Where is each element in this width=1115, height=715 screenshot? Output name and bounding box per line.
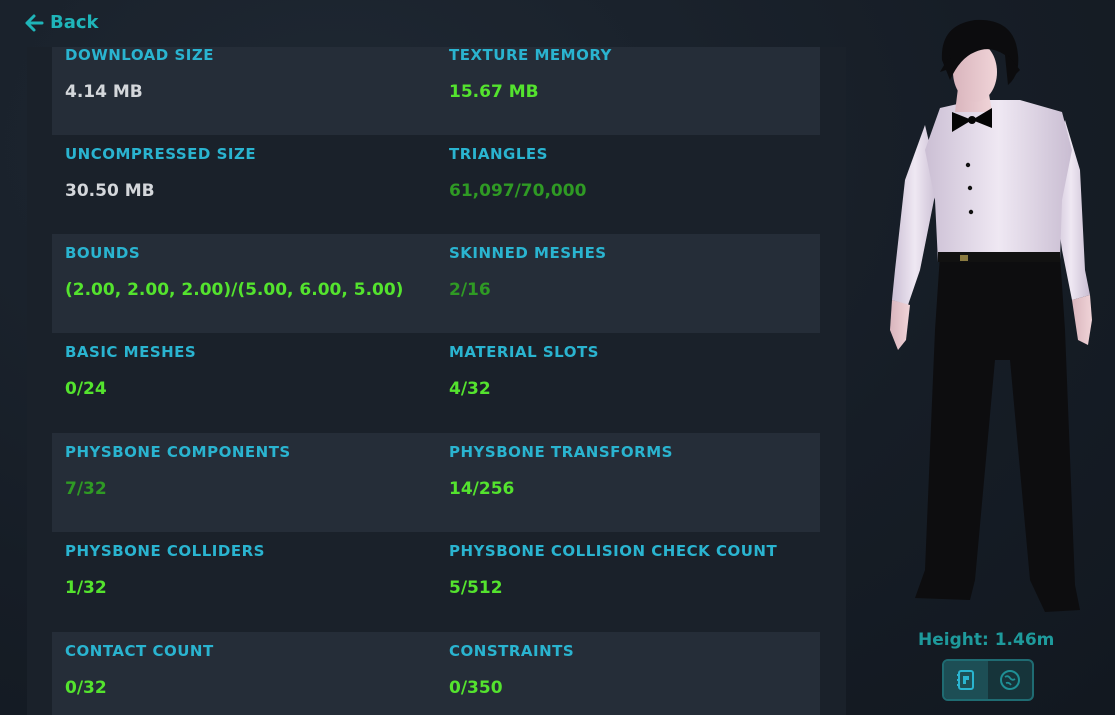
stats-row: BOUNDS (2.00, 2.00, 2.00)/(5.00, 6.00, 5… xyxy=(52,234,820,333)
stat-label: PHYSBONE COLLISION CHECK COUNT xyxy=(449,542,778,560)
view-mode-world-button[interactable] xyxy=(988,661,1032,699)
stat-label: MATERIAL SLOTS xyxy=(449,343,599,361)
stats-row: DOWNLOAD SIZE 4.14 MB TEXTURE MEMORY 15.… xyxy=(52,47,820,135)
stat-value: 30.50 MB xyxy=(65,181,155,201)
stat-value: 5/512 xyxy=(449,578,503,598)
stat-label: CONTACT COUNT xyxy=(65,642,214,660)
stats-row: BASIC MESHES 0/24 MATERIAL SLOTS 4/32 xyxy=(52,333,820,432)
stat-label: PHYSBONE COMPONENTS xyxy=(65,443,291,461)
stat-label: UNCOMPRESSED SIZE xyxy=(65,145,257,163)
avatar-card-icon xyxy=(957,670,974,690)
avatar-height-label: Height: 1.46m xyxy=(918,630,1055,650)
background-watermark xyxy=(0,0,25,122)
stat-value: 15.67 MB xyxy=(449,82,539,102)
stat-label: BASIC MESHES xyxy=(65,343,197,361)
back-label: Back xyxy=(50,12,99,33)
view-mode-avatar-button[interactable] xyxy=(944,661,988,699)
arrow-left-icon xyxy=(25,14,44,31)
performance-stats-panel[interactable]: DOWNLOAD SIZE 4.14 MB TEXTURE MEMORY 15.… xyxy=(27,47,846,715)
stat-value: 0/32 xyxy=(65,678,107,698)
stat-value: 4.14 MB xyxy=(65,82,143,102)
stat-label: SKINNED MESHES xyxy=(449,244,607,262)
stats-row: UNCOMPRESSED SIZE 30.50 MB TRIANGLES 61,… xyxy=(52,135,820,234)
stats-row: CONTACT COUNT 0/32 CONSTRAINTS 0/350 xyxy=(52,632,820,715)
stat-label: TEXTURE MEMORY xyxy=(449,47,612,64)
stat-label: DOWNLOAD SIZE xyxy=(65,47,214,64)
stat-label: PHYSBONE TRANSFORMS xyxy=(449,443,673,461)
stat-value: 0/350 xyxy=(449,678,503,698)
stat-label: CONSTRAINTS xyxy=(449,642,575,660)
stat-label: TRIANGLES xyxy=(449,145,548,163)
avatar-model-image xyxy=(890,19,1092,612)
stats-row: PHYSBONE COLLIDERS 1/32 PHYSBONE COLLISI… xyxy=(52,532,820,631)
stat-value: 2/16 xyxy=(449,280,491,300)
stat-label: PHYSBONE COLLIDERS xyxy=(65,542,265,560)
stat-value: 61,097/70,000 xyxy=(449,181,587,201)
stats-row: PHYSBONE COMPONENTS 7/32 PHYSBONE TRANSF… xyxy=(52,433,820,532)
avatar-preview[interactable] xyxy=(880,0,1115,625)
stat-value: 4/32 xyxy=(449,379,491,399)
stat-value: 7/32 xyxy=(65,479,107,499)
stat-value: 0/24 xyxy=(65,379,107,399)
stat-value: 14/256 xyxy=(449,479,515,499)
view-mode-toggle[interactable] xyxy=(942,659,1034,701)
stat-value: (2.00, 2.00, 2.00)/(5.00, 6.00, 5.00) xyxy=(65,280,404,300)
globe-icon xyxy=(1000,670,1020,690)
stat-label: BOUNDS xyxy=(65,244,141,262)
stat-value: 1/32 xyxy=(65,578,107,598)
back-button[interactable]: Back xyxy=(24,12,99,33)
